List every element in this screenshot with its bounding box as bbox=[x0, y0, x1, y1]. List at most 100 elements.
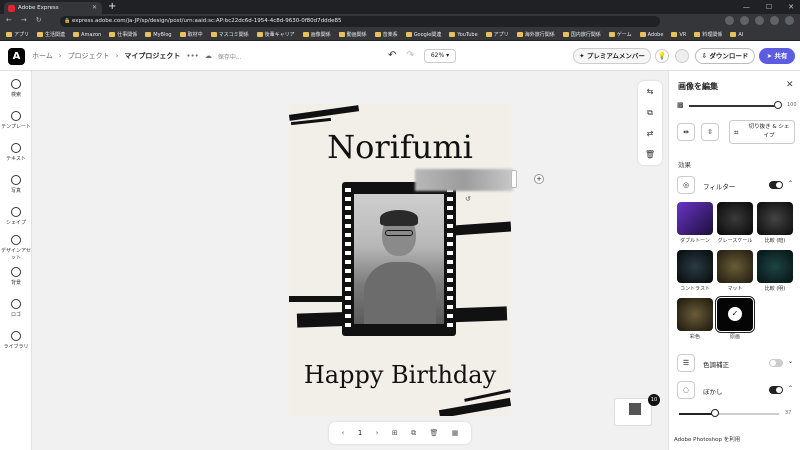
filter-option[interactable]: 比較 (明) bbox=[757, 250, 793, 296]
comment-icon[interactable] bbox=[675, 49, 689, 63]
bookmark[interactable]: Google関連 bbox=[406, 31, 442, 38]
breadcrumb-home[interactable]: ホーム bbox=[32, 51, 53, 61]
bookmark[interactable]: YouTube bbox=[449, 32, 477, 38]
bookmark[interactable]: VR bbox=[671, 32, 686, 38]
filter-option[interactable]: グレースケール bbox=[717, 202, 753, 248]
trash-icon[interactable]: 🗑 bbox=[638, 144, 662, 165]
maximize-icon[interactable]: ☐ bbox=[766, 0, 772, 14]
bookmark[interactable]: 後輩キャリア bbox=[257, 31, 295, 38]
filter-option[interactable]: 比較 (暗) bbox=[757, 202, 793, 248]
bookmark[interactable]: AI bbox=[730, 32, 743, 38]
opacity-knob[interactable] bbox=[774, 101, 782, 109]
color-adjust-toggle[interactable] bbox=[769, 359, 783, 367]
bookmark[interactable]: 画像関係 bbox=[303, 31, 331, 38]
bookmark[interactable]: マスコミ関係 bbox=[211, 31, 249, 38]
blurred-selection[interactable] bbox=[415, 169, 513, 191]
back-icon[interactable]: ← bbox=[6, 16, 12, 24]
color-adjust-row[interactable]: ☰ 色調補正 ⌄ bbox=[677, 354, 795, 372]
chevron-up-icon[interactable]: ⌃ bbox=[788, 180, 793, 187]
bookmark[interactable]: ゲーム bbox=[609, 31, 632, 38]
resize-handle[interactable] bbox=[511, 170, 517, 188]
minimize-icon[interactable]: — bbox=[743, 0, 750, 14]
filter-row[interactable]: ◎ フィルター ⌃ bbox=[677, 176, 795, 194]
url-field[interactable]: 🔒 express.adobe.com/ja-JP/sp/design/post… bbox=[60, 16, 660, 27]
delete-page-icon[interactable]: 🗑 bbox=[429, 429, 438, 437]
chevron-up-icon[interactable]: ⌃ bbox=[788, 385, 793, 392]
rotate-icon[interactable]: ↺ bbox=[465, 195, 475, 205]
sidebar-item-template[interactable]: テンプレート bbox=[0, 111, 32, 130]
chevron-left-icon[interactable]: ‹ bbox=[342, 429, 345, 437]
portrait-photo[interactable] bbox=[354, 194, 444, 324]
zoom-select[interactable]: 62% ▾ bbox=[424, 49, 456, 63]
pages-thumbnail[interactable]: 10 bbox=[608, 394, 660, 430]
breadcrumb-project[interactable]: プロジェクト bbox=[68, 51, 110, 61]
sidebar-item-shape[interactable]: シェイプ bbox=[0, 207, 32, 226]
chevron-down-icon[interactable]: ⌄ bbox=[788, 358, 793, 365]
undo-icon[interactable]: ↶ bbox=[388, 50, 396, 61]
new-tab-icon[interactable]: + bbox=[108, 1, 116, 12]
bookmark[interactable]: 音楽系 bbox=[375, 31, 398, 38]
bookmark[interactable]: 仕事関係 bbox=[109, 31, 137, 38]
sidebar-item-background[interactable]: 背景 bbox=[0, 267, 32, 286]
crop-shape-button[interactable]: ⌗ 切り抜き & シェイプ bbox=[729, 120, 795, 144]
extension-icon[interactable] bbox=[755, 16, 764, 25]
bookmark[interactable]: 取材中 bbox=[180, 31, 203, 38]
bookmark[interactable]: 海外旅行関係 bbox=[517, 31, 555, 38]
menu-icon[interactable] bbox=[785, 16, 794, 25]
bookmark[interactable]: アプリ bbox=[486, 31, 509, 38]
forward-icon[interactable]: → bbox=[21, 16, 27, 24]
share-button[interactable]: ➤ 共有 bbox=[759, 48, 795, 64]
bookmark[interactable]: 動画関係 bbox=[339, 31, 367, 38]
swap-icon[interactable]: ⇆ bbox=[638, 81, 662, 102]
blur-knob[interactable] bbox=[711, 409, 719, 417]
blur-toggle[interactable] bbox=[769, 386, 783, 394]
add-icon[interactable]: + bbox=[534, 174, 544, 184]
lightbulb-icon[interactable]: 💡 bbox=[655, 49, 669, 63]
download-button[interactable]: ⇩ ダウンロード bbox=[695, 48, 755, 64]
bookmark[interactable]: アプリ bbox=[6, 31, 29, 38]
close-icon[interactable]: ✕ bbox=[786, 80, 794, 90]
replace-icon[interactable]: ⇄ bbox=[638, 123, 662, 144]
flip-horizontal-button[interactable]: ⇹ bbox=[677, 123, 695, 141]
bookmark[interactable]: Adobe bbox=[640, 32, 664, 38]
layers-icon[interactable]: ⧉ bbox=[638, 102, 662, 123]
adobe-express-logo[interactable]: A bbox=[8, 48, 25, 65]
bookmark[interactable]: 生活関連 bbox=[37, 31, 65, 38]
more-options-button[interactable]: ••• bbox=[186, 52, 198, 60]
sidebar-item-design-asset[interactable]: デザインアセット bbox=[0, 235, 32, 261]
close-tab-icon[interactable]: ✕ bbox=[92, 2, 97, 14]
opacity-slider[interactable]: ▩ 100 bbox=[677, 101, 797, 111]
sidebar-item-library[interactable]: ライブラリ bbox=[0, 331, 32, 350]
blur-row[interactable]: ◌ ぼかし ⌃ bbox=[677, 381, 795, 399]
profile-avatar[interactable] bbox=[770, 16, 779, 25]
filter-option[interactable]: ダブルトーン bbox=[677, 202, 713, 248]
filter-option[interactable]: コントラスト bbox=[677, 250, 713, 296]
browser-tab[interactable]: Adobe Express ✕ bbox=[4, 2, 102, 14]
redo-icon[interactable]: ↷ bbox=[406, 50, 414, 61]
extension-icon[interactable] bbox=[725, 16, 734, 25]
flip-vertical-button[interactable]: ⇳ bbox=[701, 123, 719, 141]
sidebar-item-search[interactable]: 検索 bbox=[0, 79, 32, 98]
bookmark[interactable]: 料理関係 bbox=[694, 31, 722, 38]
reload-icon[interactable]: ↻ bbox=[36, 16, 42, 24]
design-card[interactable]: Norifumi Happy Birthday bbox=[289, 104, 511, 416]
breadcrumb-my-project[interactable]: マイプロジェクト bbox=[124, 51, 180, 61]
blur-slider[interactable]: 37 bbox=[677, 409, 795, 419]
card-greeting-text[interactable]: Happy Birthday bbox=[289, 361, 511, 389]
bookmark[interactable]: MyBlog bbox=[145, 32, 171, 38]
sidebar-item-text[interactable]: テキスト bbox=[0, 143, 32, 162]
filter-toggle[interactable] bbox=[769, 181, 783, 189]
card-name-text[interactable]: Norifumi bbox=[289, 128, 511, 166]
filter-option[interactable]: 彩色 bbox=[677, 298, 713, 344]
filter-option[interactable]: マット bbox=[717, 250, 753, 296]
bookmark[interactable]: 国内旅行関係 bbox=[563, 31, 601, 38]
extension-icon[interactable] bbox=[740, 16, 749, 25]
add-page-icon[interactable]: ⊞ bbox=[392, 429, 398, 437]
chevron-right-icon[interactable]: › bbox=[376, 429, 379, 437]
premium-member-button[interactable]: ✦ プレミアムメンバー bbox=[573, 48, 651, 64]
filter-option-selected[interactable]: ✓ 原画 bbox=[715, 296, 755, 344]
duplicate-page-icon[interactable]: ⧉ bbox=[411, 429, 416, 438]
grid-view-icon[interactable]: ▦ bbox=[452, 429, 459, 437]
sidebar-item-photo[interactable]: 写真 bbox=[0, 175, 32, 194]
close-window-icon[interactable]: ✕ bbox=[788, 0, 794, 14]
